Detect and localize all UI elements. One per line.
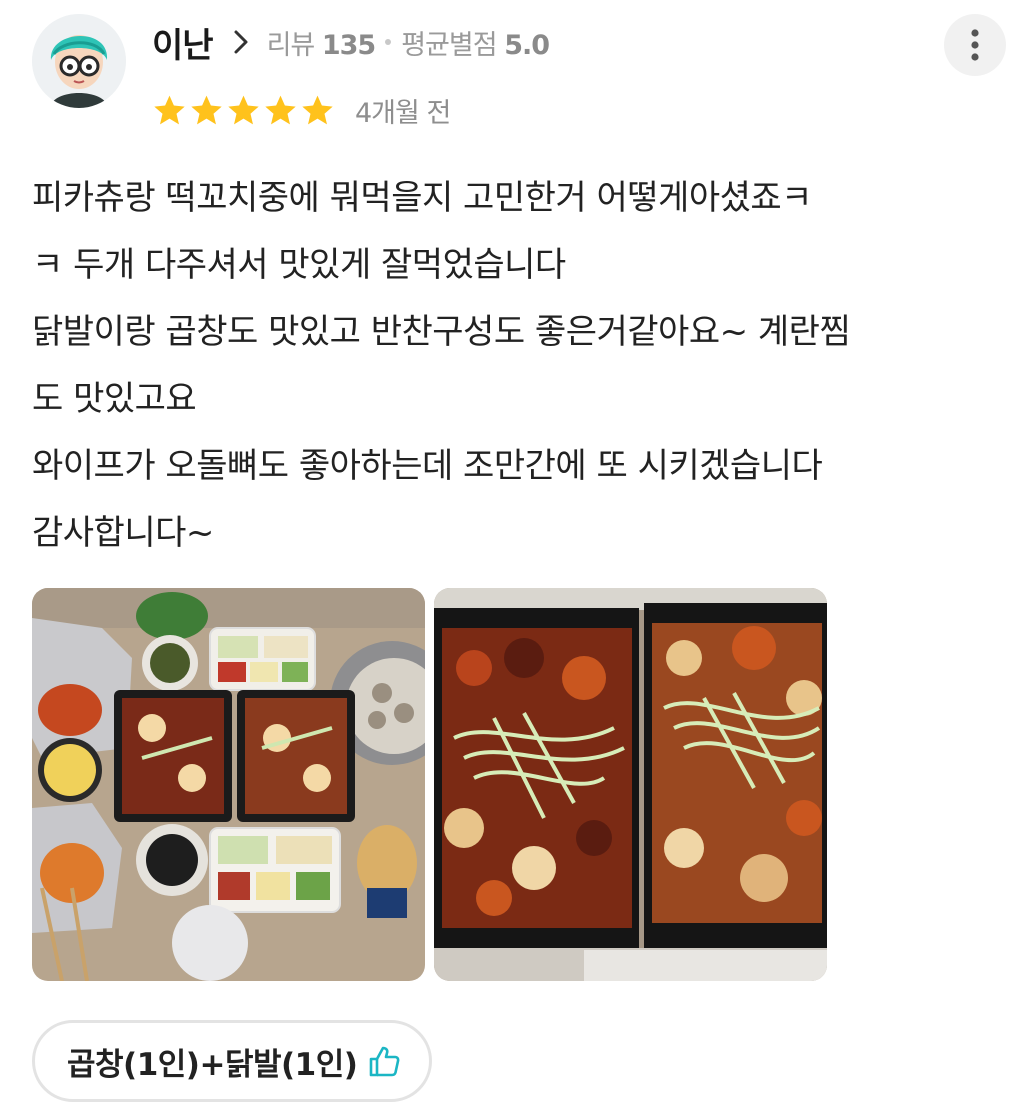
- cartoon-avatar-icon: [32, 14, 126, 108]
- star-icon: [265, 95, 296, 124]
- menu-tag-chip[interactable]: 곱창(1인)+닭발(1인): [32, 1020, 433, 1102]
- review-count: 리뷰 135: [266, 23, 377, 62]
- rating-row: 4개월 전: [152, 88, 451, 132]
- average-rating: 평균별점 5.0: [401, 23, 550, 62]
- star-icon: [154, 95, 185, 124]
- star-icon: [191, 95, 222, 124]
- review-line: 와이프가 오돌뼈도 좋아하는데 조만간에 또 시키겠습니다: [32, 446, 823, 486]
- avatar[interactable]: [32, 14, 126, 108]
- star-icon: [302, 95, 333, 124]
- chevron-right-icon[interactable]: [233, 29, 249, 55]
- review-line: 감사합니다~: [32, 513, 214, 553]
- review-line: 닭발이랑 곱창도 맛있고 반찬구성도 좋은거같아요~ 계란찜: [32, 312, 851, 352]
- average-rating-value: 5.0: [504, 29, 550, 61]
- review-line: 도 맛있고요: [32, 379, 197, 419]
- review-count-label: 리뷰: [266, 29, 316, 61]
- star-icon: [228, 95, 259, 124]
- more-vertical-icon: [971, 29, 979, 61]
- more-options-button[interactable]: [944, 14, 1006, 76]
- review-photo-1[interactable]: [32, 588, 425, 981]
- review-photo-2[interactable]: [434, 588, 827, 981]
- review-line: ㅋ 두개 다주셔서 맛있게 잘먹었습니다: [32, 245, 566, 285]
- food-photo-overview: [32, 588, 425, 981]
- food-photo-closeup: [434, 588, 827, 981]
- review-time: 4개월 전: [355, 97, 451, 129]
- review-text: 피카츄랑 떡꼬치중에 뭐먹을지 고민한거 어떻게아셨죠ㅋ ㅋ 두개 다주셔서 맛…: [32, 165, 992, 567]
- average-rating-label: 평균별점: [401, 29, 497, 61]
- star-rating: [152, 93, 335, 128]
- review-line: 피카츄랑 떡꼬치중에 뭐먹을지 고민한거 어떻게아셨죠ㅋ: [32, 178, 812, 218]
- author-header: 이난 리뷰 135 평균별점 5.0: [152, 18, 550, 67]
- review-count-value: 135: [321, 29, 376, 61]
- separator-dot: [385, 39, 392, 45]
- menu-tag-label: 곱창(1인)+닭발(1인): [67, 1046, 358, 1083]
- author-name[interactable]: 이난: [152, 18, 214, 67]
- thumbs-up-icon: [367, 1044, 401, 1078]
